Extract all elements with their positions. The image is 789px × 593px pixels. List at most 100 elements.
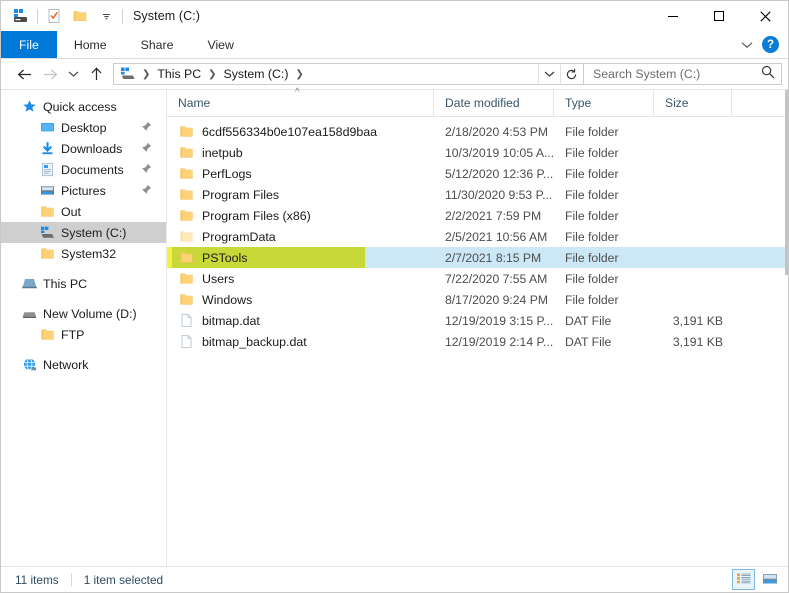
address-dropdown-icon[interactable] xyxy=(538,63,560,85)
file-name-label: Program Files (x86) xyxy=(202,208,311,223)
forward-button[interactable] xyxy=(37,62,63,86)
pin-icon[interactable] xyxy=(141,184,152,198)
breadcrumb-separator[interactable]: ❯ xyxy=(291,69,307,80)
cell-type: File folder xyxy=(565,166,619,181)
table-row[interactable]: PerfLogs 5/12/2020 12:36 P... File folder xyxy=(167,163,788,184)
maximize-button[interactable] xyxy=(696,1,742,31)
cell-date-modified: 2/18/2020 4:53 PM xyxy=(445,124,548,139)
sidebar-item-quick-access[interactable]: Quick access xyxy=(1,96,166,117)
cell-size xyxy=(654,247,732,268)
cell-date-modified: 11/30/2020 9:53 P... xyxy=(445,187,553,202)
table-row[interactable]: Users 7/22/2020 7:55 AM File folder xyxy=(167,268,788,289)
file-name-label: ProgramData xyxy=(202,229,276,244)
search-box[interactable]: Search System (C:) xyxy=(584,63,782,85)
tab-view[interactable]: View xyxy=(190,31,250,58)
tab-file[interactable]: File xyxy=(1,31,57,58)
close-button[interactable] xyxy=(742,1,788,31)
sidebar-item-new-volume-d[interactable]: New Volume (D:) xyxy=(1,303,166,324)
up-button[interactable] xyxy=(83,62,109,86)
cell-name[interactable]: Windows xyxy=(167,289,434,310)
cell-name[interactable]: PSTools xyxy=(167,247,434,268)
back-button[interactable] xyxy=(11,62,37,86)
breadcrumb-item-this-pc[interactable]: This PC xyxy=(154,67,204,81)
file-explorer-window: System (C:) File Home Share View ? ❯ Thi… xyxy=(0,0,789,593)
cell-name[interactable]: bitmap.dat xyxy=(167,310,434,331)
table-row[interactable]: 6cdf556334b0e107ea158d9baa 2/18/2020 4:53… xyxy=(167,121,788,142)
drive-icon[interactable] xyxy=(8,4,34,28)
recent-locations-button[interactable] xyxy=(63,62,83,86)
search-input[interactable]: Search System (C:) xyxy=(593,67,761,81)
pin-icon[interactable] xyxy=(141,121,152,135)
title-bar: System (C:) xyxy=(1,1,788,31)
desktop-icon xyxy=(39,120,55,136)
cell-name[interactable]: inetpub xyxy=(167,142,434,163)
column-header-name[interactable]: ^ Name xyxy=(167,87,434,116)
cell-type: File folder xyxy=(565,250,619,265)
file-rows: 6cdf556334b0e107ea158d9baa 2/18/2020 4:53… xyxy=(167,117,788,566)
column-label: Name xyxy=(178,96,211,110)
file-name-label: bitmap_backup.dat xyxy=(202,334,307,349)
sidebar-item-system-c[interactable]: System (C:) xyxy=(1,222,166,243)
breadcrumb-item-system-c[interactable]: System (C:) xyxy=(221,67,292,81)
sidebar-item-this-pc[interactable]: This PC xyxy=(1,273,166,294)
chevron-down-icon[interactable] xyxy=(739,37,755,53)
table-row[interactable]: Windows 8/17/2020 9:24 PM File folder xyxy=(167,289,788,310)
cell-name[interactable]: PerfLogs xyxy=(167,163,434,184)
table-row[interactable]: bitmap.dat 12/19/2019 3:15 P... DAT File 3,… xyxy=(167,310,788,331)
sidebar-item-out[interactable]: Out xyxy=(1,201,166,222)
pin-icon[interactable] xyxy=(141,142,152,156)
cell-name[interactable]: bitmap_backup.dat xyxy=(167,331,434,352)
column-header-type[interactable]: Type xyxy=(554,90,654,116)
vertical-scrollbar[interactable] xyxy=(785,90,788,566)
cell-date-modified: 2/5/2021 10:56 AM xyxy=(445,229,548,244)
pin-icon[interactable] xyxy=(141,163,152,177)
cell-type: File folder xyxy=(565,292,619,307)
table-row[interactable]: inetpub 10/3/2019 10:05 A... File folder xyxy=(167,142,788,163)
sidebar-item-network[interactable]: Network xyxy=(1,354,166,375)
cell-size xyxy=(654,289,732,310)
breadcrumb[interactable]: ❯ This PC ❯ System (C:) ❯ xyxy=(113,63,584,85)
cell-size xyxy=(654,205,732,226)
tab-share[interactable]: Share xyxy=(124,31,191,58)
sidebar-item-downloads[interactable]: Downloads xyxy=(1,138,166,159)
table-row[interactable]: Program Files (x86) 2/2/2021 7:59 PM File … xyxy=(167,205,788,226)
refresh-icon[interactable] xyxy=(560,63,582,85)
cell-type: File folder xyxy=(565,208,619,223)
cell-name[interactable]: Program Files (x86) xyxy=(167,205,434,226)
minimize-button[interactable] xyxy=(650,1,696,31)
column-header-spacer xyxy=(732,90,788,116)
column-header-size[interactable]: Size xyxy=(654,90,732,116)
large-icons-view-button[interactable] xyxy=(758,569,781,590)
customize-chevron-icon[interactable] xyxy=(93,4,119,28)
table-row[interactable]: bitmap_backup.dat 12/19/2019 2:14 P... DAT… xyxy=(167,331,788,352)
new-folder-icon[interactable] xyxy=(67,4,93,28)
cell-name[interactable]: Program Files xyxy=(167,184,434,205)
scrollbar-thumb[interactable] xyxy=(785,90,788,275)
pictures-icon xyxy=(39,183,55,199)
folder-icon xyxy=(178,208,194,224)
column-header-date-modified[interactable]: Date modified xyxy=(434,90,554,116)
table-row[interactable]: PSTools 2/7/2021 8:15 PM File folder xyxy=(167,247,788,268)
sidebar-item-desktop[interactable]: Desktop xyxy=(1,117,166,138)
sidebar-item-system32[interactable]: System32 xyxy=(1,243,166,264)
details-view-button[interactable] xyxy=(732,569,755,590)
file-name-label: PSTools xyxy=(202,250,248,265)
folder-icon xyxy=(39,246,55,262)
search-icon[interactable] xyxy=(761,65,775,84)
cell-name[interactable]: ProgramData xyxy=(167,226,434,247)
properties-icon[interactable] xyxy=(41,4,67,28)
cell-name[interactable]: Users xyxy=(167,268,434,289)
help-icon[interactable]: ? xyxy=(762,36,779,53)
drive-icon xyxy=(39,225,55,241)
sidebar-item-ftp[interactable]: FTP xyxy=(1,324,166,345)
cell-name[interactable]: 6cdf556334b0e107ea158d9baa xyxy=(167,121,434,142)
tab-home[interactable]: Home xyxy=(57,31,124,58)
folder-icon xyxy=(178,250,194,266)
sidebar-item-documents[interactable]: Documents xyxy=(1,159,166,180)
documents-icon xyxy=(39,162,55,178)
sidebar-item-pictures[interactable]: Pictures xyxy=(1,180,166,201)
table-row[interactable]: Program Files 11/30/2020 9:53 P... File fo… xyxy=(167,184,788,205)
navigation-pane: Quick access Desktop Downloads Documents… xyxy=(1,90,167,566)
view-mode-buttons xyxy=(732,569,781,590)
table-row[interactable]: ProgramData 2/5/2021 10:56 AM File folder xyxy=(167,226,788,247)
